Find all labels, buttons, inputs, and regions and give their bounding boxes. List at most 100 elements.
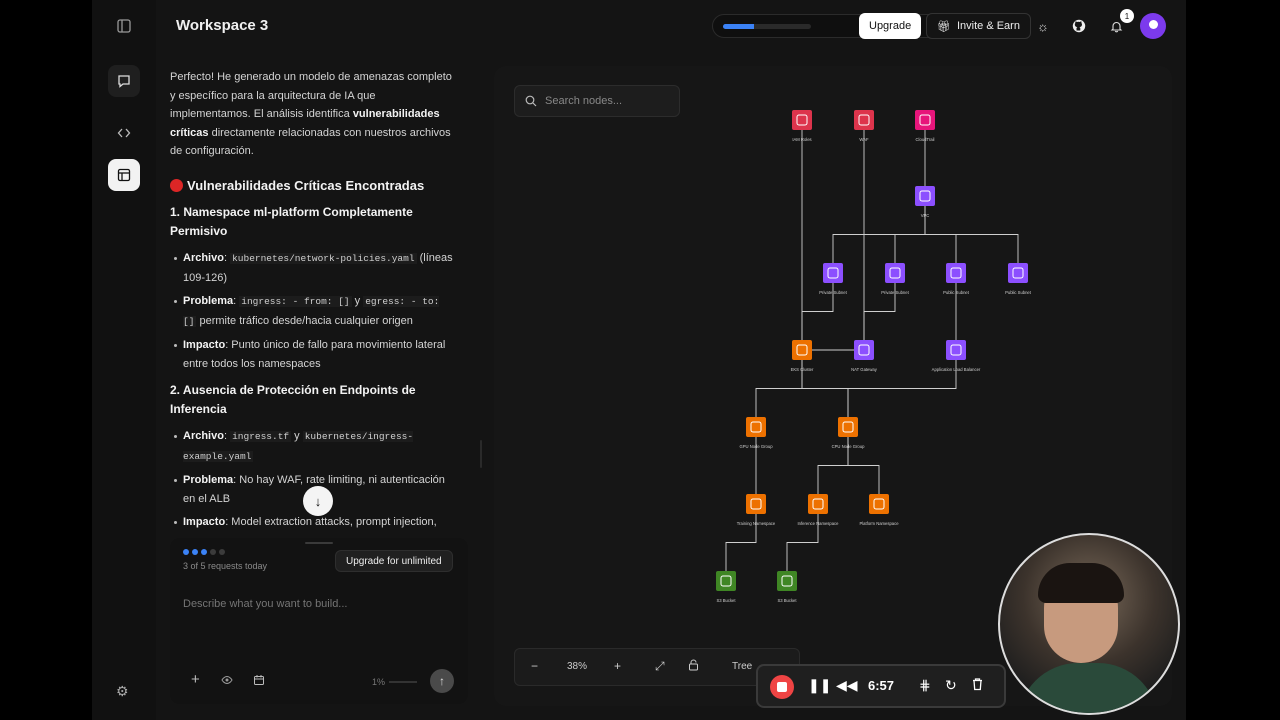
composer: 3 of 5 requests today Upgrade for unlimi…: [170, 538, 468, 704]
node-icon: [823, 263, 843, 283]
diagram-node-s3b[interactable]: S3 Bucket: [777, 571, 797, 603]
user-avatar[interactable]: [1140, 13, 1166, 39]
diagram-node-eks[interactable]: EKS Cluster: [791, 340, 814, 372]
node-label: Public Subnet: [943, 290, 970, 295]
node-icon: [915, 186, 935, 206]
node-label: WAF: [859, 137, 869, 142]
diagram-edge: [924, 206, 1019, 263]
diagram-node-s3a[interactable]: S3 Bucket: [716, 571, 736, 603]
node-label: GPU Node Group: [739, 444, 773, 449]
finding-heading-2: 2. Ausencia de Protección en Endpoints d…: [170, 383, 416, 416]
node-label: Platform Namespace: [859, 521, 899, 526]
node-label: Private Subnet: [881, 290, 909, 295]
upgrade-button[interactable]: Upgrade: [859, 13, 922, 39]
diagram-node-nat[interactable]: NAT Gateway: [851, 340, 878, 372]
pause-icon[interactable]: ❚❚: [808, 677, 831, 694]
composer-grip[interactable]: [305, 542, 333, 544]
finding-2-list: Archivo: ingress.tf y kubernetes/ingress…: [174, 427, 458, 532]
invite-earn-button[interactable]: 🎁︎ Invite & Earn: [926, 13, 1031, 39]
layout-icon[interactable]: [108, 159, 140, 191]
send-button[interactable]: ↑: [430, 669, 454, 693]
chat-icon[interactable]: [108, 65, 140, 97]
node-icon: [838, 417, 858, 437]
layout-mode[interactable]: Tree: [732, 661, 752, 672]
plus-icon[interactable]: +: [191, 671, 200, 688]
restart-icon[interactable]: ↻: [945, 677, 957, 694]
credits-bar-fill: [723, 23, 754, 29]
finding-heading-1: 1. Namespace ml-platform Completamente P…: [170, 205, 413, 238]
recorder-bar: ❚❚ ◀◀ 6:57 ⋕ ↻: [756, 664, 1006, 708]
code-icon[interactable]: [108, 117, 140, 149]
assistant-intro: Perfecto! He generado un modelo de amena…: [170, 71, 452, 157]
architecture-diagram: IAM Roles WAF CloudTrail VPC Private Subnet P…: [716, 110, 1032, 603]
node-label: S3 Bucket: [777, 598, 797, 603]
panel-toggle-icon[interactable]: [108, 10, 140, 42]
theme-toggle-icon[interactable]: ☼: [1033, 16, 1053, 36]
list-item: Problema: ingress: - from: [] y egress: …: [174, 292, 458, 331]
grid-icon[interactable]: ⋕: [919, 677, 931, 694]
gift-icon: 🎁︎: [937, 20, 951, 33]
search-icon: [525, 95, 537, 107]
requests-dots: [183, 549, 225, 555]
diagram-node-gpu[interactable]: GPU Node Group: [739, 417, 773, 449]
list-item: Impacto: Punto único de fallo para movim…: [174, 336, 458, 373]
trash-icon[interactable]: [971, 677, 984, 694]
diagram-node-alb[interactable]: Application Load Balancer: [932, 340, 981, 372]
node-label: EKS Cluster: [791, 367, 814, 372]
presenter-hair: [1038, 563, 1124, 603]
request-dot: [192, 549, 198, 555]
diagram-node-vpc[interactable]: VPC: [915, 186, 935, 218]
finding-1-list: Archivo: kubernetes/network-policies.yam…: [174, 249, 458, 373]
calendar-icon[interactable]: [253, 674, 265, 689]
list-item: Archivo: ingress.tf y kubernetes/ingress…: [174, 427, 458, 466]
node-label: Training Namespace: [737, 521, 776, 526]
list-item: Archivo: kubernetes/network-policies.yam…: [174, 249, 458, 287]
node-label: CloudTrail: [916, 137, 935, 142]
prompt-input[interactable]: [183, 598, 453, 610]
diagram-node-pub2[interactable]: Public Subnet: [1005, 263, 1032, 295]
node-search[interactable]: Search nodes...: [514, 85, 680, 117]
node-label: S3 Bucket: [716, 598, 736, 603]
diagram-node-infer[interactable]: Inference Namespace: [798, 494, 840, 526]
diagram-node-pub1[interactable]: Public Subnet: [943, 263, 970, 295]
node-icon: [792, 340, 812, 360]
diagram-node-cloudtrail[interactable]: CloudTrail: [915, 110, 935, 142]
node-label: Public Subnet: [1005, 290, 1032, 295]
diagram-node-priv2[interactable]: Private Subnet: [881, 263, 910, 295]
lock-icon[interactable]: [688, 659, 699, 674]
node-icon: [746, 494, 766, 514]
stop-record-button[interactable]: [770, 675, 794, 699]
record-time: 6:57: [868, 678, 895, 693]
diagram-node-train[interactable]: Training Namespace: [737, 494, 776, 526]
diagram-node-cpu[interactable]: CPU Node Group: [832, 417, 865, 449]
node-icon: [854, 110, 874, 130]
settings-gear-icon[interactable]: ⚙: [116, 683, 129, 700]
scroll-down-button[interactable]: ↓: [303, 486, 333, 516]
credits-bar: [723, 23, 811, 29]
chat-transcript: Perfecto! He generado un modelo de amena…: [156, 52, 468, 532]
zoom-out-button[interactable]: −: [531, 659, 538, 673]
diagram-node-waf[interactable]: WAF: [854, 110, 874, 142]
diagram-node-priv1[interactable]: Private Subnet: [819, 263, 848, 295]
request-dot: [219, 549, 225, 555]
request-dot: [201, 549, 207, 555]
panel-resize-handle[interactable]: [480, 440, 482, 468]
upgrade-unlimited-button[interactable]: Upgrade for unlimited: [335, 550, 453, 572]
rewind-icon[interactable]: ◀◀: [836, 677, 858, 694]
request-dot: [183, 549, 189, 555]
notification-badge: 1: [1120, 9, 1134, 23]
search-placeholder: Search nodes...: [545, 95, 623, 107]
request-dot: [210, 549, 216, 555]
github-icon[interactable]: [1069, 16, 1089, 36]
node-icon: [746, 417, 766, 437]
diagram-node-iam[interactable]: IAM Roles: [792, 110, 812, 142]
node-icon: [915, 110, 935, 130]
fit-view-icon[interactable]: ⤢: [655, 659, 665, 674]
node-icon: [777, 571, 797, 591]
node-icon: [1008, 263, 1028, 283]
top-bar: Workspace 3 300 left Upgrade 🎁︎Invite & …: [156, 0, 1186, 52]
diagram-node-platform[interactable]: Platform Namespace: [859, 494, 899, 526]
eye-icon[interactable]: [221, 674, 233, 689]
node-icon: [946, 340, 966, 360]
zoom-in-button[interactable]: +: [614, 659, 621, 673]
